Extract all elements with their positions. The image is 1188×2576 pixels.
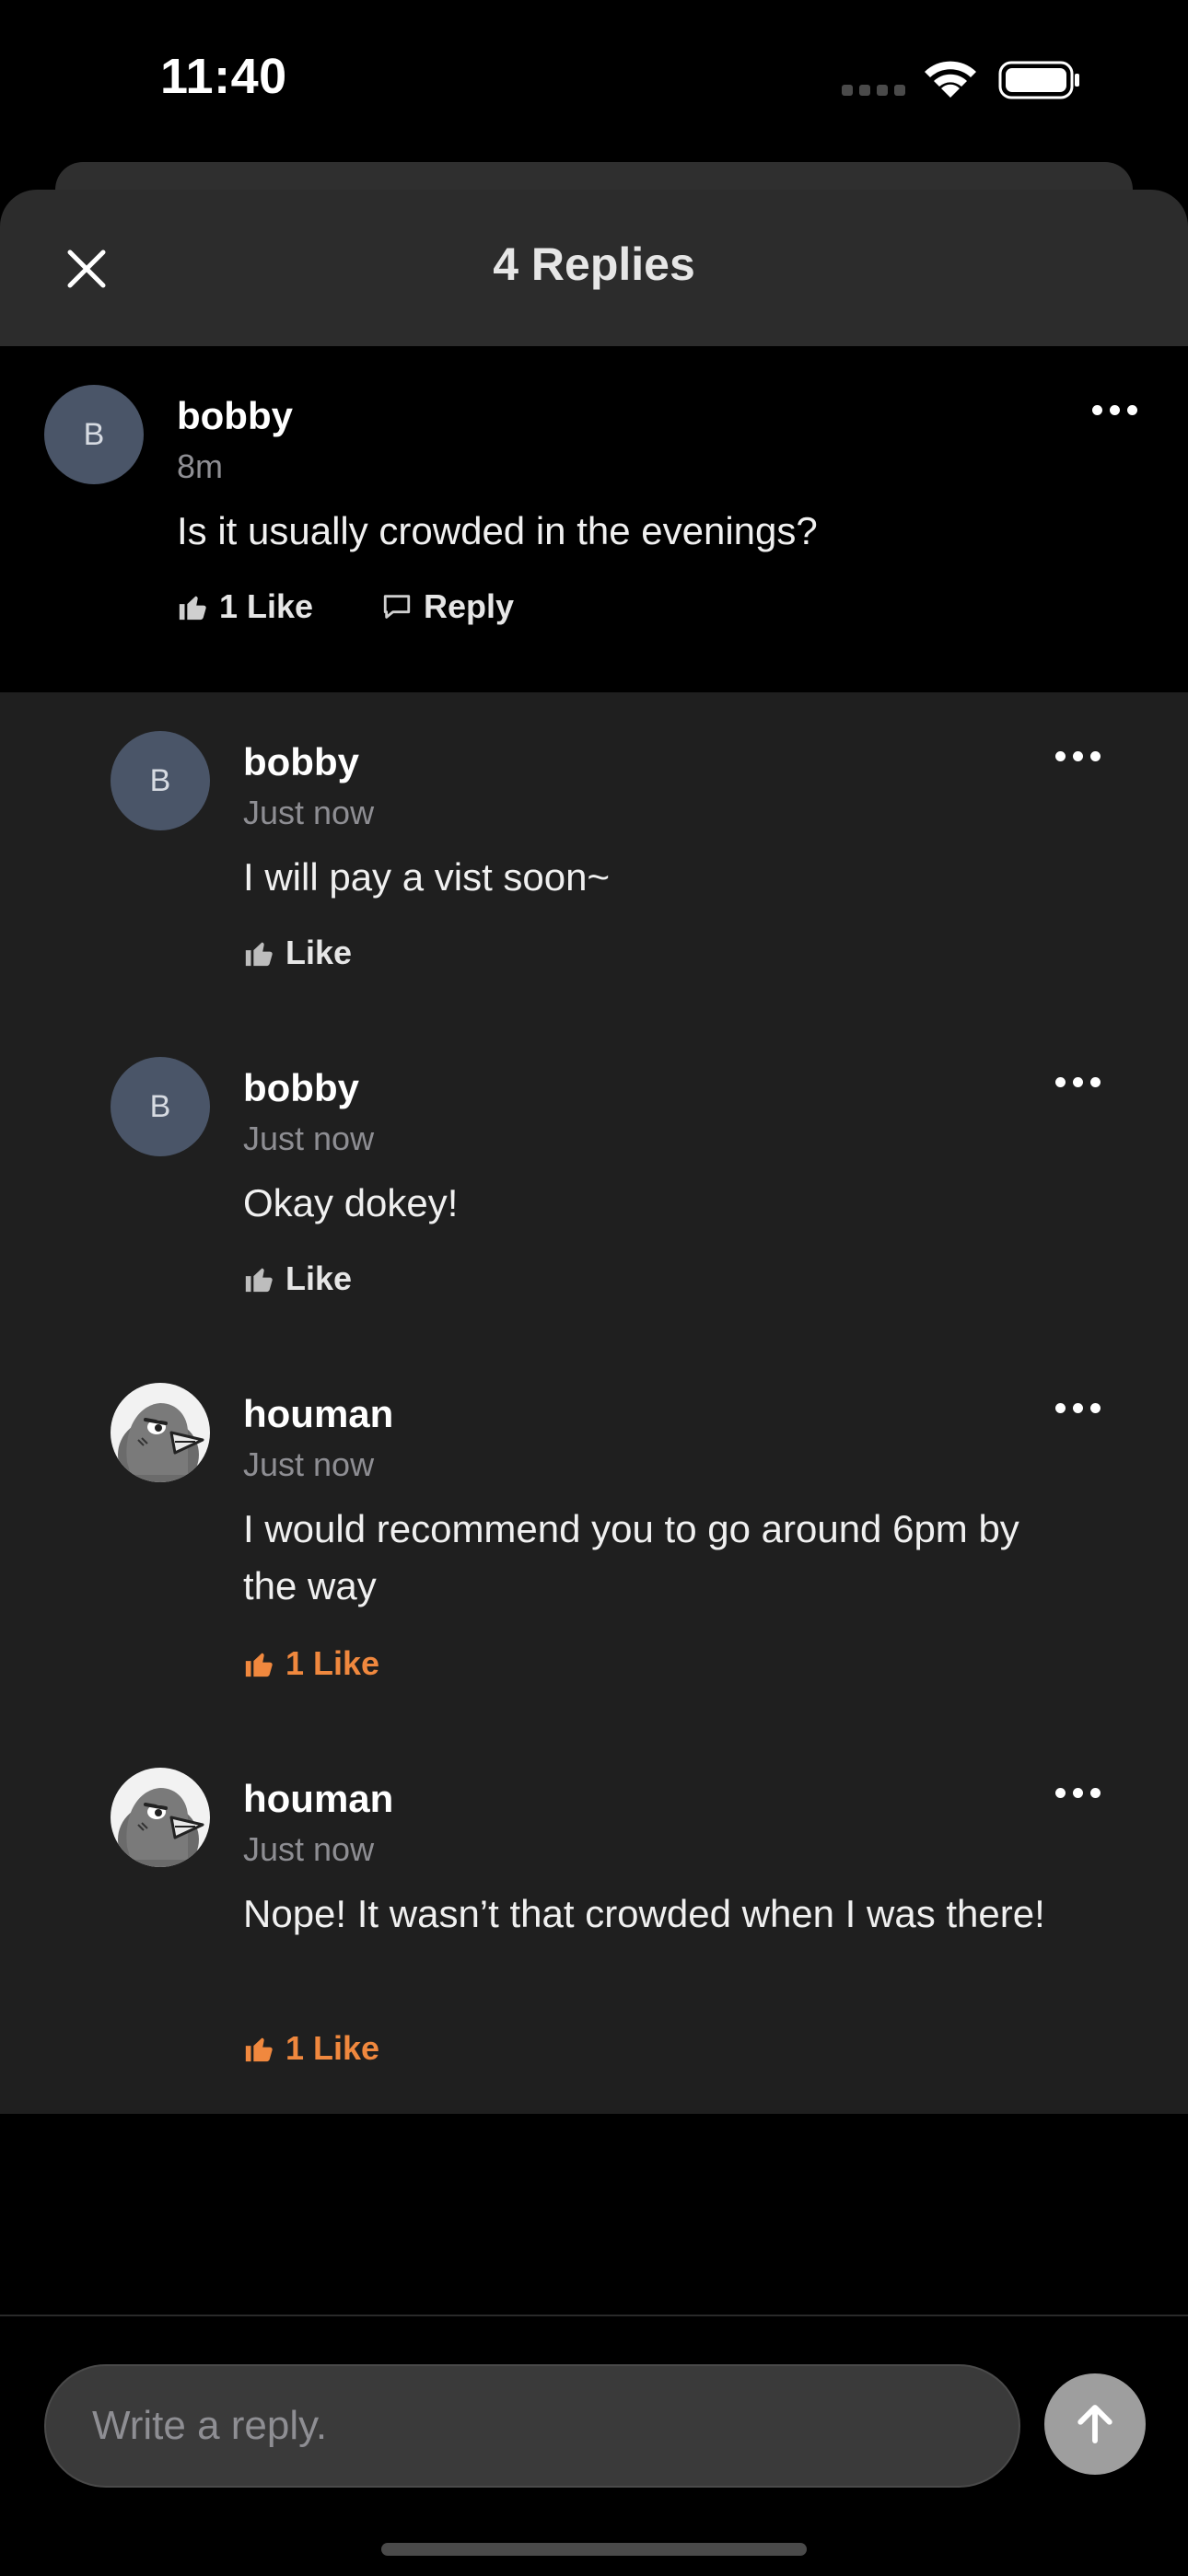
reply-input[interactable] — [44, 2364, 1020, 2488]
like-button[interactable]: 1 Like — [177, 587, 313, 626]
status-time: 11:40 — [160, 49, 287, 104]
thumbs-up-icon — [245, 1653, 273, 1677]
comment-text: Nope! It wasn’t that crowded when I was … — [243, 1892, 1045, 1935]
reply-item: B bobby Just now Okay dokey! Like — [0, 1018, 1188, 1344]
avatar[interactable]: B — [44, 385, 144, 484]
thumbs-up-icon — [245, 942, 273, 967]
bird-avatar-image[interactable] — [111, 1768, 210, 1867]
avatar[interactable]: B — [111, 731, 210, 830]
comment-author[interactable]: houman — [243, 1777, 393, 1821]
comment-time: Just now — [243, 1830, 375, 1868]
bird-icon — [118, 1403, 204, 1482]
reply-item: houman Just now Nope! It wasn’t that cro… — [0, 1729, 1188, 2114]
comment-author[interactable]: bobby — [177, 394, 293, 438]
comment-text: Is it usually crowded in the evenings? — [177, 509, 818, 552]
reply-composer — [0, 2315, 1188, 2576]
reply-item: B bobby Just now I will pay a vist soon~… — [0, 692, 1188, 1018]
send-button[interactable] — [1044, 2373, 1146, 2475]
avatar-letter: B — [83, 416, 105, 452]
like-button[interactable]: Like — [243, 1259, 352, 1298]
comment-author[interactable]: houman — [243, 1392, 393, 1436]
comment-text: Okay dokey! — [243, 1181, 459, 1224]
reply-button[interactable]: Reply — [381, 587, 514, 626]
more-horizontal-icon[interactable] — [1055, 1073, 1111, 1092]
home-indicator — [381, 2543, 807, 2556]
battery-icon — [998, 61, 1079, 99]
comment-text: I would recommend you to go around 6pm b… — [243, 1507, 1019, 1607]
like-count: 1 Like — [285, 2029, 380, 2067]
like-count: Like — [285, 934, 353, 971]
avatar-letter: B — [149, 1088, 171, 1124]
replies-sheet: 4 Replies B bobby 8m Is it usually crowd… — [0, 190, 1188, 2574]
thumbs-up-icon — [179, 596, 206, 621]
more-horizontal-icon[interactable] — [1092, 401, 1147, 420]
parent-comment: B bobby 8m Is it usually crowded in the … — [0, 346, 1188, 692]
comment-time: Just now — [243, 1445, 375, 1483]
thumbs-up-icon — [245, 1268, 273, 1293]
like-count: 1 Like — [219, 587, 314, 625]
more-horizontal-icon[interactable] — [1055, 1399, 1111, 1418]
status-bar: 11:40 — [0, 0, 1188, 166]
avatar-letter: B — [149, 762, 171, 798]
comment-time: Just now — [243, 1120, 375, 1157]
bird-avatar-image[interactable] — [111, 1383, 210, 1482]
comment-time: Just now — [243, 794, 375, 831]
more-horizontal-icon[interactable] — [1055, 748, 1111, 766]
cellular-signal-icon — [842, 85, 906, 98]
page-title: 4 Replies — [493, 238, 695, 290]
bird-icon — [118, 1788, 204, 1867]
arrow-up-icon — [1077, 2405, 1112, 2443]
reply-label: Reply — [424, 587, 515, 625]
reply-item: houman Just now I would recommend you to… — [0, 1344, 1188, 1729]
like-button[interactable]: Like — [243, 934, 352, 972]
thumbs-up-icon — [245, 2037, 273, 2062]
comment-time: 8m — [177, 447, 224, 485]
like-button[interactable]: 1 Like — [243, 1644, 379, 1683]
more-horizontal-icon[interactable] — [1055, 1784, 1111, 1803]
like-count: Like — [285, 1259, 353, 1297]
wifi-icon — [925, 61, 976, 98]
comment-text: I will pay a vist soon~ — [243, 855, 611, 899]
speech-bubble-icon — [383, 595, 411, 619]
replies-list: B bobby Just now I will pay a vist soon~… — [0, 692, 1188, 2114]
comment-author[interactable]: bobby — [243, 740, 359, 784]
like-button[interactable]: 1 Like — [243, 2029, 379, 2068]
like-count: 1 Like — [285, 1644, 380, 1682]
sheet-header: 4 Replies — [0, 190, 1188, 346]
avatar[interactable]: B — [111, 1057, 210, 1156]
comment-author[interactable]: bobby — [243, 1066, 359, 1110]
